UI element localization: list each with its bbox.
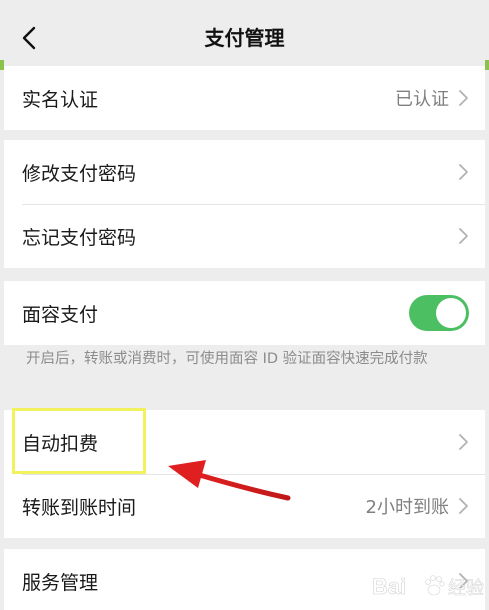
toggle-knob: [436, 298, 466, 328]
row-label: 忘记支付密码: [22, 226, 137, 249]
screen: 支付管理 实名认证 已认证 修改支付密码 忘记支付密码 面容支付 开启后，转账或…: [0, 0, 489, 610]
row-label: 修改支付密码: [22, 162, 137, 185]
face-pay-toggle[interactable]: [409, 295, 469, 331]
row-change-password[interactable]: 修改支付密码: [4, 140, 485, 204]
chevron-right-icon: [459, 164, 468, 180]
group-verification: 实名认证 已认证: [4, 66, 485, 130]
group-service: 服务管理: [4, 549, 485, 610]
highlight-box: [12, 408, 146, 474]
row-forgot-password[interactable]: 忘记支付密码: [4, 204, 485, 268]
page-title: 支付管理: [204, 26, 285, 50]
chevron-right-icon: [459, 573, 468, 589]
group-face-pay: 面容支付: [4, 281, 485, 345]
row-label: 实名认证: [22, 88, 99, 111]
row-transfer-time[interactable]: 转账到账时间 2小时到账: [4, 474, 485, 538]
row-real-name-verification[interactable]: 实名认证 已认证: [4, 66, 485, 130]
row-value: 2小时到账: [365, 497, 449, 518]
chevron-right-icon: [459, 228, 468, 244]
row-label: 转账到账时间: [22, 496, 137, 519]
phone-screen: 支付管理 实名认证 已认证 修改支付密码 忘记支付密码 面容支付 开启后，转账或…: [4, 0, 485, 610]
chevron-right-icon: [459, 90, 468, 106]
row-service-manage[interactable]: 服务管理: [4, 549, 485, 610]
row-value: 已认证: [395, 89, 449, 110]
face-pay-note: 开启后，转账或消费时，可使用面容 ID 验证面容快速完成付款: [26, 351, 428, 367]
group-password: 修改支付密码 忘记支付密码: [4, 140, 485, 268]
row-face-pay: 面容支付: [4, 281, 485, 345]
row-label: 面容支付: [22, 303, 99, 326]
row-label: 服务管理: [22, 571, 99, 594]
chevron-right-icon: [459, 434, 468, 450]
chevron-right-icon: [459, 498, 468, 514]
header: 支付管理: [4, 0, 485, 76]
